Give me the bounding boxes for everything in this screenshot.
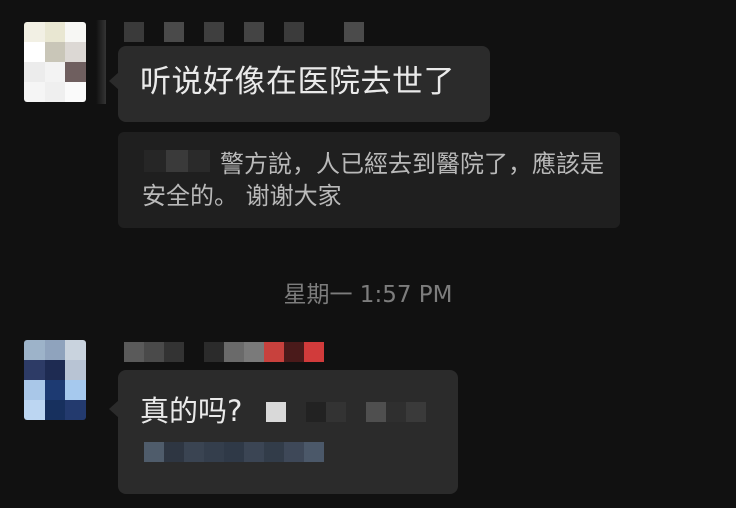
censored-text bbox=[266, 402, 446, 422]
message-text: 听说好像在医院去世了 bbox=[140, 64, 455, 100]
quoted-message[interactable]: 警方說，人已經去到醫院了，應該是安全的。 谢谢大家 bbox=[118, 132, 620, 228]
censored-text bbox=[144, 442, 324, 462]
bubble-tail bbox=[109, 72, 119, 90]
message-bubble[interactable]: 听说好像在医院去世了 bbox=[109, 46, 490, 122]
bubble-tail bbox=[109, 400, 119, 418]
quoted-text: 警方說，人已經去到醫院了，應該是安全的。 谢谢大家 bbox=[142, 150, 604, 210]
avatar[interactable] bbox=[24, 22, 86, 102]
message-text: 真的吗? bbox=[140, 394, 243, 428]
sender-name-censored bbox=[124, 342, 324, 362]
message-bubble[interactable]: 真的吗? bbox=[109, 370, 458, 494]
sender-name-censored bbox=[124, 22, 364, 42]
avatar-edge bbox=[96, 20, 106, 104]
avatar[interactable] bbox=[24, 340, 86, 420]
timestamp: 星期一 1:57 PM bbox=[283, 282, 453, 308]
chat-view: 听说好像在医院去世了 警方說，人已經去到醫院了，應該是安全的。 谢谢大家 星期一… bbox=[0, 0, 736, 508]
